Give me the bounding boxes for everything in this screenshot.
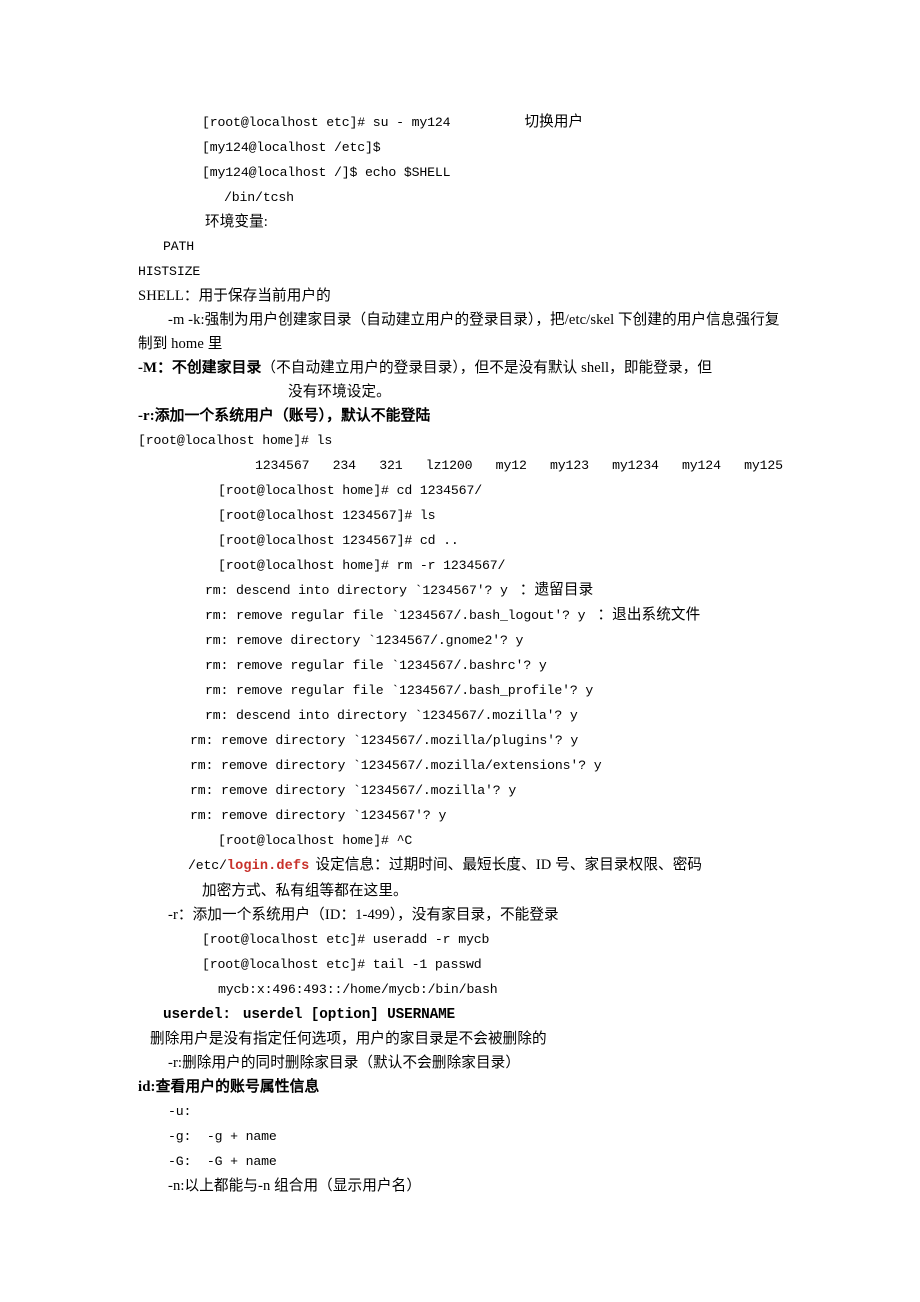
document-page: [root@localhost etc]# su - my124 切换用户 [my… [0, 0, 920, 1302]
text-userdel-syntax: userdel [option] USERNAME [242, 1007, 456, 1023]
text-id-option-u: -u: [168, 1104, 192, 1119]
prompt-my124-etc: [my124@localhost /etc]$ [202, 140, 381, 155]
text-login-defs-desc-cont: 加密方式、私有组等都在这里。 [202, 883, 408, 899]
terminal-line-cd-1234567: [root@localhost home]# cd 1234567/ [138, 478, 788, 503]
rm-output-mozilla: rm: remove directory `1234567/.mozilla'?… [138, 778, 788, 803]
text-login-defs-highlight: login.defs [226, 859, 310, 874]
text-option-M-bold: 不创建家目录 [172, 360, 262, 376]
prompt-su: [root@localhost etc]# su - my124 [202, 115, 451, 130]
terminal-line-tail-passwd: [root@localhost etc]# tail -1 passwd [138, 952, 788, 977]
label-shell-desc: SHELL：用于保存当前用户的 [138, 288, 331, 304]
text-id-option-G: -G: -G + name [168, 1154, 277, 1169]
text-rm-bash-profile: rm: remove regular file `1234567/.bash_p… [205, 683, 594, 698]
text-id-option-g: -g: -g + name [168, 1129, 277, 1144]
env-var-path: PATH [138, 234, 788, 259]
userdel-option-r: -r:删除用户的同时删除家目录（默认不会删除家目录） [138, 1051, 788, 1075]
terminal-line-useradd-r: [root@localhost etc]# useradd -r mycb [138, 927, 788, 952]
rm-output-gnome2: rm: remove directory `1234567/.gnome2'? … [138, 628, 788, 653]
text-option-r-id-range: -r：添加一个系统用户（ID：1-499），没有家目录，不能登录 [168, 907, 559, 923]
text-rm-1234567: rm: remove directory `1234567'? y [190, 808, 447, 823]
flag-option-M: -M： [138, 360, 172, 376]
text-option-m-k: -m -k:强制为用户创建家目录（自动建立用户的登录目录），把/etc/skel… [138, 312, 780, 352]
login-defs-entry: /etc/login.defs 设定信息：过期时间、最短长度、ID 号、家目录权限… [138, 853, 788, 879]
rm-output-descend-mozilla: rm: descend into directory `1234567/.moz… [138, 703, 788, 728]
env-var-histsize: HISTSIZE [138, 259, 788, 284]
text-userdel-desc: 删除用户是没有指定任何选项，用户的家目录是不会被删除的 [150, 1031, 547, 1047]
terminal-output-listing: 1234567 234 321 lz1200 my12 my123 my1234… [138, 453, 788, 478]
terminal-line-ctrl-c: [root@localhost home]# ^C [138, 828, 788, 853]
text-option-M-cont: 没有环境设定。 [288, 384, 391, 400]
prompt-ls-1234567: [root@localhost 1234567]# ls [218, 508, 436, 523]
option-r-system-user: -r:添加一个系统用户（账号），默认不能登陆 [138, 404, 788, 428]
heading-env-vars: 环境变量: [138, 210, 788, 234]
text-rm-descend-mozilla: rm: descend into directory `1234567/.moz… [205, 708, 578, 723]
prompt-cd-up: [root@localhost 1234567]# cd .. [218, 533, 459, 548]
text-rm-gnome2: rm: remove directory `1234567/.gnome2'? … [205, 633, 524, 648]
option-M-continuation: 没有环境设定。 [138, 380, 788, 404]
text-rm-mozilla-plugins: rm: remove directory `1234567/.mozilla/p… [190, 733, 579, 748]
id-command-heading: id:查看用户的账号属性信息 [138, 1075, 788, 1099]
output-bin-tcsh: /bin/tcsh [224, 190, 294, 205]
env-var-shell: SHELL：用于保存当前用户的 [138, 284, 788, 308]
terminal-line-rm-r: [root@localhost home]# rm -r 1234567/ [138, 553, 788, 578]
label-path: PATH [163, 239, 195, 254]
text-userdel-option-r: -r:删除用户的同时删除家目录（默认不会删除家目录） [168, 1055, 521, 1071]
text-rm-descend-root: rm: descend into directory `1234567'? y [205, 583, 508, 598]
text-rm-bashrc: rm: remove regular file `1234567/.bashrc… [205, 658, 547, 673]
option-m-k: -m -k:强制为用户创建家目录（自动建立用户的登录目录），把/etc/skel… [138, 308, 788, 356]
label-userdel-command: userdel: [163, 1007, 231, 1023]
userdel-description: 删除用户是没有指定任何选项，用户的家目录是不会被删除的 [138, 1027, 788, 1051]
annotation-logout-file: ：退出系统文件 [597, 607, 701, 623]
text-id-option-n: -n:以上都能与-n 组合用（显示用户名） [168, 1178, 422, 1194]
id-option-g: -g: -g + name [138, 1124, 788, 1149]
rm-output-bash-logout: rm: remove regular file `1234567/.bash_l… [138, 603, 788, 628]
terminal-line-prompt-etc: [my124@localhost /etc]$ [138, 135, 788, 160]
option-M: -M：不创建家目录（不自动建立用户的登录目录），但不是没有默认 shell，即能… [138, 356, 788, 380]
rm-output-bashrc: rm: remove regular file `1234567/.bashrc… [138, 653, 788, 678]
text-rm-mozilla: rm: remove directory `1234567/.mozilla'?… [190, 783, 517, 798]
label-env-vars: 环境变量: [205, 214, 268, 230]
terminal-line-su: [root@localhost etc]# su - my124 切换用户 [138, 110, 788, 135]
prompt-useradd-r-mycb: [root@localhost etc]# useradd -r mycb [202, 932, 490, 947]
id-option-u: -u: [138, 1099, 788, 1124]
text-option-r: -r:添加一个系统用户（账号），默认不能登陆 [138, 408, 431, 424]
rm-output-descend-root: rm: descend into directory `1234567'? y ：… [138, 578, 788, 603]
rm-output-1234567: rm: remove directory `1234567'? y [138, 803, 788, 828]
prompt-cd-1234567: [root@localhost home]# cd 1234567/ [218, 483, 482, 498]
id-option-n: -n:以上都能与-n 组合用（显示用户名） [138, 1174, 788, 1198]
login-defs-continuation: 加密方式、私有组等都在这里。 [138, 879, 788, 903]
text-rm-mozilla-extensions: rm: remove directory `1234567/.mozilla/e… [190, 758, 602, 773]
document-body: [root@localhost etc]# su - my124 切换用户 [my… [138, 110, 788, 1198]
prompt-echo-shell: [my124@localhost /]$ echo $SHELL [202, 165, 451, 180]
annotation-legacy-dir: ：遗留目录 [519, 582, 594, 598]
annotation-switch-user: 切换用户 [524, 114, 584, 130]
text-id-heading: id:查看用户的账号属性信息 [138, 1079, 320, 1095]
terminal-output-tcsh: /bin/tcsh [138, 185, 788, 210]
text-login-defs-desc: 设定信息：过期时间、最短长度、ID 号、家目录权限、密码 [315, 857, 703, 873]
prompt-ctrl-c: [root@localhost home]# ^C [218, 833, 413, 848]
prompt-tail-passwd: [root@localhost etc]# tail -1 passwd [202, 957, 482, 972]
rm-output-mozilla-plugins: rm: remove directory `1234567/.mozilla/p… [138, 728, 788, 753]
userdel-heading: userdel: userdel [option] USERNAME [138, 1002, 788, 1027]
text-option-M-rest: （不自动建立用户的登录目录），但不是没有默认 shell，即能登录，但 [261, 360, 713, 376]
text-rm-bash-logout: rm: remove regular file `1234567/.bash_l… [205, 608, 586, 623]
output-mycb-passwd: mycb:x:496:493::/home/mycb:/bin/bash [218, 982, 498, 997]
option-r-system-id: -r：添加一个系统用户（ID：1-499），没有家目录，不能登录 [138, 903, 788, 927]
terminal-line-echo-shell: [my124@localhost /]$ echo $SHELL [138, 160, 788, 185]
rm-output-mozilla-extensions: rm: remove directory `1234567/.mozilla/e… [138, 753, 788, 778]
terminal-line-ls-home: [root@localhost home]# ls [138, 428, 788, 453]
terminal-line-cd-up: [root@localhost 1234567]# cd .. [138, 528, 788, 553]
rm-output-bash-profile: rm: remove regular file `1234567/.bash_p… [138, 678, 788, 703]
output-dir-listing: 1234567 234 321 lz1200 my12 my123 my1234… [255, 458, 783, 473]
id-option-G: -G: -G + name [138, 1149, 788, 1174]
terminal-line-ls-1234567: [root@localhost 1234567]# ls [138, 503, 788, 528]
prompt-rm-r: [root@localhost home]# rm -r 1234567/ [218, 558, 506, 573]
terminal-output-passwd-entry: mycb:x:496:493::/home/mycb:/bin/bash [138, 977, 788, 1002]
label-histsize: HISTSIZE [138, 264, 201, 279]
prompt-ls-home: [root@localhost home]# ls [138, 433, 333, 448]
text-etc-path-prefix: /etc/ [188, 858, 227, 873]
